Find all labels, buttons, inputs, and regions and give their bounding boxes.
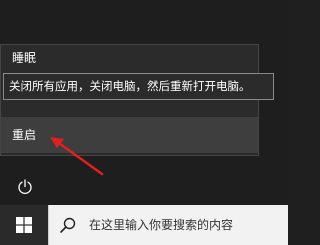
power-button[interactable]	[10, 172, 40, 202]
menu-item-restart[interactable]: 重启	[1, 117, 258, 153]
search-input[interactable]: 在这里输入你要搜索的内容	[89, 205, 233, 245]
restart-tooltip: 关闭所有应用，关闭电脑，然后重新打开电脑。	[3, 73, 274, 100]
windows-logo-icon	[16, 217, 32, 233]
menu-item-sleep[interactable]: 睡眠	[1, 45, 258, 71]
power-menu: 睡眠 关机 重启	[0, 44, 259, 156]
search-box[interactable]: 在这里输入你要搜索的内容	[48, 205, 288, 245]
power-icon	[18, 179, 32, 195]
search-icon	[60, 217, 76, 233]
search-icon-wrap	[59, 216, 77, 234]
taskbar: 在这里输入你要搜索的内容	[0, 205, 288, 245]
start-button[interactable]	[0, 205, 48, 245]
